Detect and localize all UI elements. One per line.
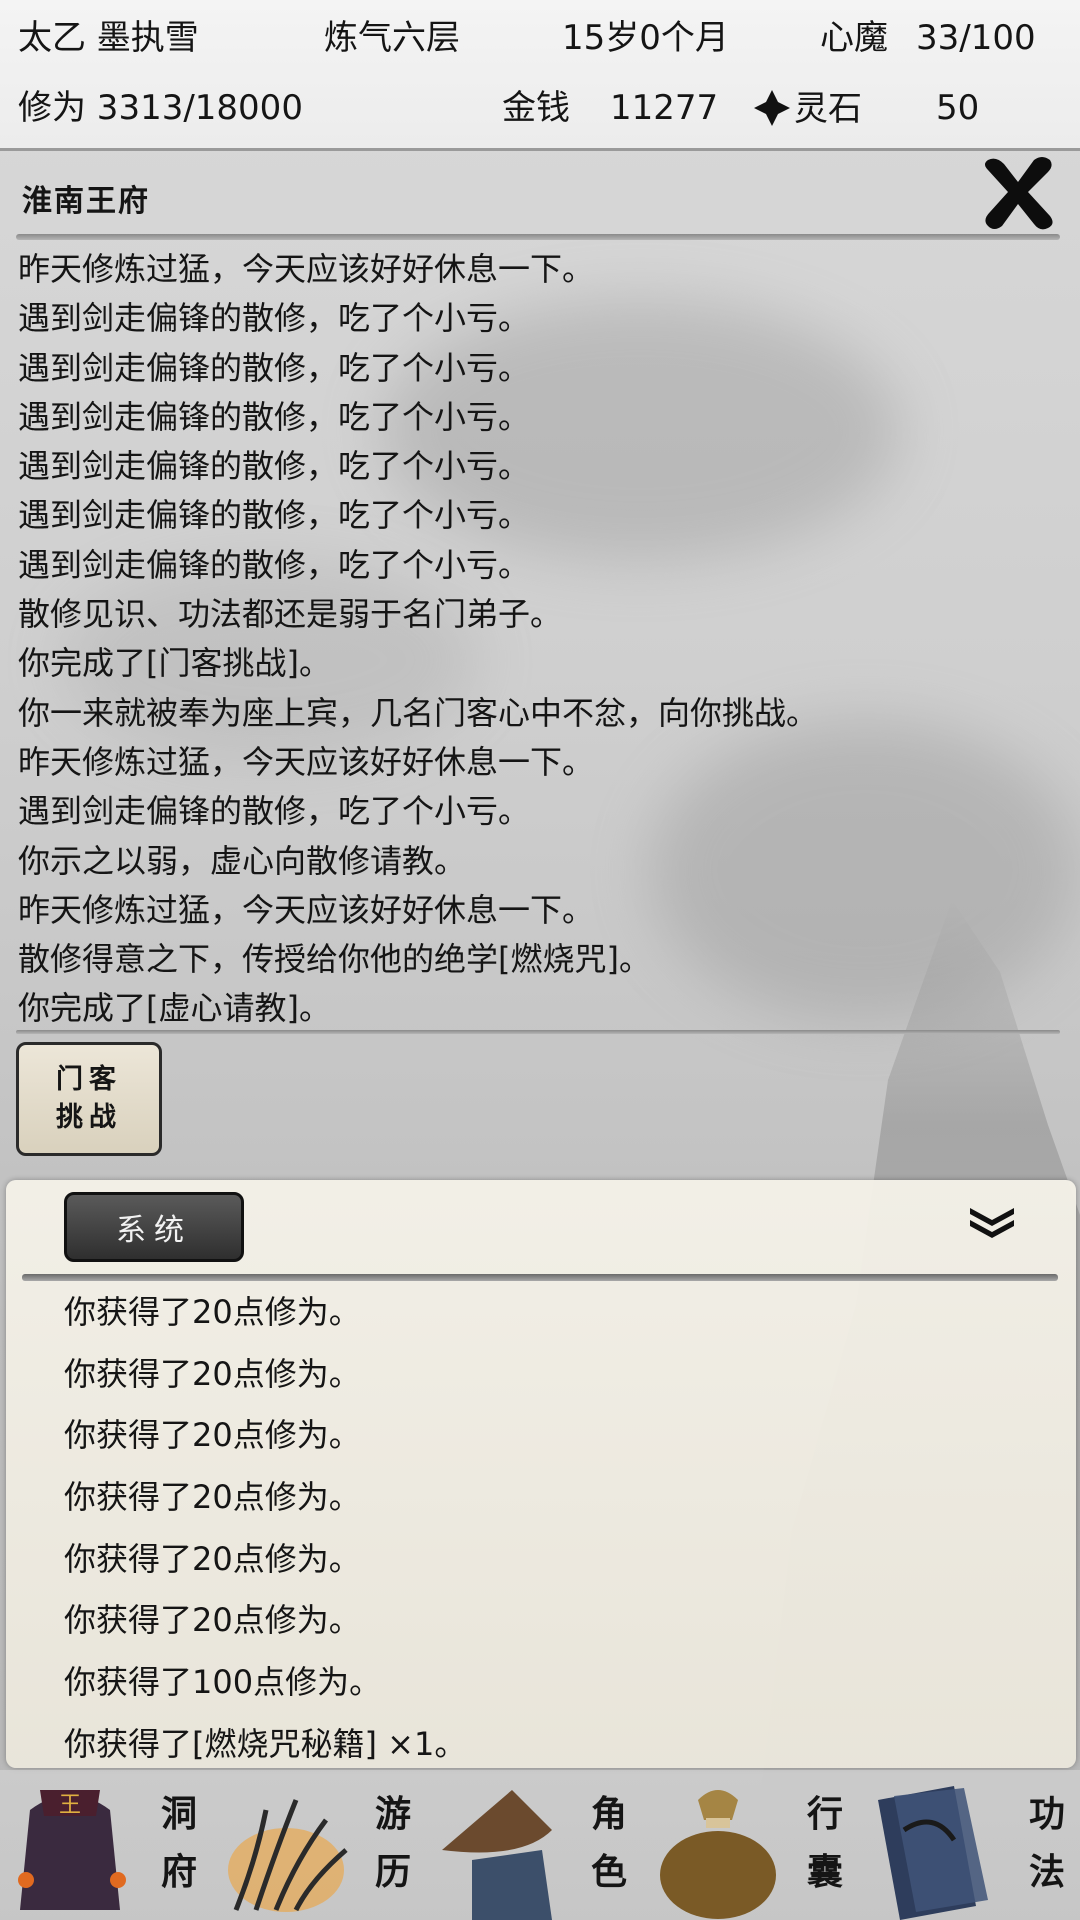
- divider: [16, 234, 1060, 240]
- log-line: 你完成了[门客挑战]。: [18, 644, 331, 683]
- log-line: 散修得意之下，传授给你他的绝学[燃烧咒]。: [18, 940, 651, 979]
- age: 15岁0个月: [562, 18, 729, 58]
- heart-demon-label: 心魔: [820, 18, 888, 58]
- nav-label-bottom: 法: [1028, 1851, 1065, 1893]
- nav-travel[interactable]: 游 历: [216, 1770, 426, 1920]
- character-hat-icon: [442, 1790, 552, 1920]
- system-message: 你获得了20点修为。: [64, 1539, 361, 1578]
- log-line: 你完成了[虚心请教]。: [18, 989, 331, 1028]
- tab-system[interactable]: 系统: [64, 1192, 244, 1262]
- log-line: 遇到剑走偏锋的散修，吃了个小亏。: [18, 496, 531, 535]
- travel-grass-icon: [228, 1799, 348, 1912]
- bottom-nav: 王 洞 府 游 历 角 色 行 囊 功 法: [0, 1770, 1080, 1920]
- nav-cave-residence[interactable]: 王 洞 府: [0, 1770, 210, 1920]
- nav-label-bottom: 色: [590, 1851, 627, 1893]
- log-line: 散修见识、功法都还是弱于名门弟子。: [18, 595, 563, 634]
- nav-scripture[interactable]: 功 法: [864, 1770, 1080, 1920]
- system-message: 你获得了100点修为。: [64, 1663, 382, 1702]
- button-label-line2: 挑战: [56, 1102, 122, 1133]
- nav-character[interactable]: 角 色: [432, 1770, 642, 1920]
- nav-label-top: 角: [590, 1793, 627, 1835]
- nav-label-top: 功: [1028, 1793, 1065, 1835]
- nav-label-top: 游: [374, 1793, 411, 1835]
- status-header: 太乙 墨执雪 炼气六层 15岁0个月 心魔 33/100 修为 3313/180…: [0, 0, 1080, 151]
- realm-level: 炼气六层: [324, 18, 460, 58]
- svg-text:王: 王: [59, 1793, 81, 1818]
- bag-icon: [660, 1790, 776, 1919]
- nav-bag[interactable]: 行 囊: [648, 1770, 858, 1920]
- system-message: 你获得了20点修为。: [64, 1478, 361, 1517]
- system-panel: 系统 你获得了20点修为。 你获得了20点修为。 你获得了20点修为。 你获得了…: [6, 1180, 1076, 1768]
- double-chevron-down-icon[interactable]: [964, 1202, 1020, 1242]
- system-message: 你获得了20点修为。: [64, 1601, 361, 1640]
- nav-label-bottom: 囊: [806, 1851, 843, 1893]
- character-name: 太乙 墨执雪: [18, 18, 199, 58]
- nav-label-bottom: 府: [160, 1851, 197, 1893]
- scripture-book-icon: [878, 1786, 988, 1920]
- log-line: 遇到剑走偏锋的散修，吃了个小亏。: [18, 397, 531, 436]
- close-icon[interactable]: [978, 150, 1058, 234]
- divider: [22, 1274, 1058, 1281]
- system-message: 你获得了20点修为。: [64, 1354, 361, 1393]
- log-line: 遇到剑走偏锋的散修，吃了个小亏。: [18, 348, 531, 387]
- money-label: 金钱: [502, 88, 570, 128]
- log-line: 你一来就被奉为座上宾，几名门客心中不忿，向你挑战。: [18, 693, 819, 732]
- button-label-line1: 门客: [56, 1064, 122, 1095]
- nav-label-top: 行: [806, 1793, 843, 1835]
- divider: [16, 1030, 1060, 1034]
- money-value: 11277: [610, 88, 719, 128]
- location-title: 淮南王府: [22, 184, 150, 219]
- log-line: 遇到剑走偏锋的散修，吃了个小亏。: [18, 545, 531, 584]
- spirit-stone: 灵石: [752, 88, 862, 129]
- log-line: 你示之以弱，虚心向散修请教。: [18, 841, 467, 880]
- spirit-stone-icon: [754, 90, 790, 126]
- system-message: 你获得了[燃烧咒秘籍] ×1。: [64, 1724, 467, 1763]
- system-message: 你获得了20点修为。: [64, 1416, 361, 1455]
- log-line: 昨天修炼过猛，今天应该好好休息一下。: [18, 890, 595, 929]
- log-line: 昨天修炼过猛，今天应该好好休息一下。: [18, 742, 595, 781]
- heart-demon-value: 33/100: [916, 18, 1036, 58]
- cave-residence-icon: 王: [18, 1790, 126, 1910]
- guest-challenge-button[interactable]: 门客 挑战: [16, 1042, 162, 1156]
- log-line: 遇到剑走偏锋的散修，吃了个小亏。: [18, 447, 531, 486]
- system-message: 你获得了20点修为。: [64, 1293, 361, 1331]
- log-line: 昨天修炼过猛，今天应该好好休息一下。: [18, 250, 595, 288]
- spirit-stone-value: 50: [936, 88, 980, 128]
- nav-label-bottom: 历: [374, 1851, 411, 1893]
- nav-label-top: 洞: [160, 1793, 197, 1835]
- cultivation-progress: 修为 3313/18000: [18, 88, 303, 128]
- system-message-list[interactable]: 你获得了20点修为。 你获得了20点修为。 你获得了20点修为。 你获得了20点…: [64, 1282, 466, 1776]
- spirit-stone-label: 灵石: [794, 89, 862, 129]
- log-line: 遇到剑走偏锋的散修，吃了个小亏。: [18, 792, 531, 831]
- log-line: 遇到剑走偏锋的散修，吃了个小亏。: [18, 299, 531, 338]
- event-log[interactable]: 昨天修炼过猛，今天应该好好休息一下。 遇到剑走偏锋的散修，吃了个小亏。 遇到剑走…: [18, 245, 1058, 1034]
